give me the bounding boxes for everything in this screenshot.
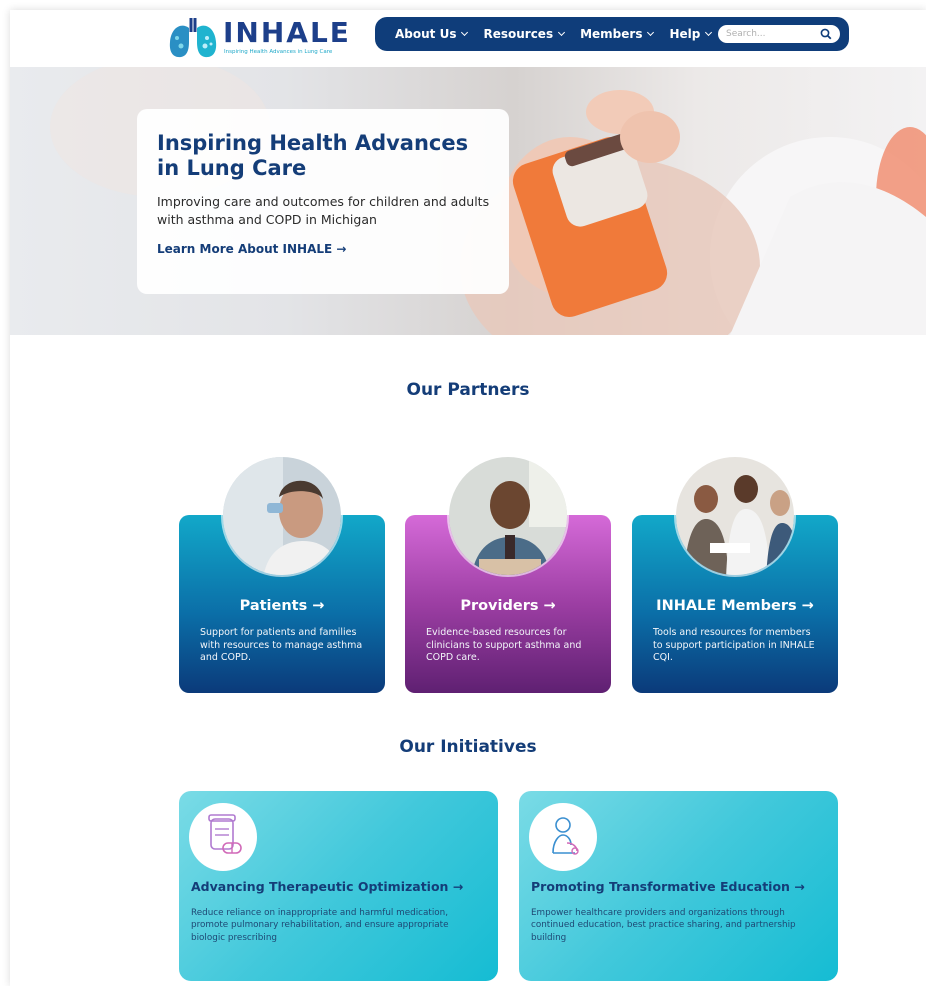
search-icon[interactable] bbox=[820, 28, 832, 40]
members-card-desc: Tools and resources for members to suppo… bbox=[653, 627, 815, 664]
education-icon-circle bbox=[529, 803, 597, 871]
chevron-down-icon bbox=[705, 28, 713, 37]
hero-title: Inspiring Health Advances in Lung Care bbox=[157, 131, 469, 180]
providers-card-desc: Evidence-based resources for clinicians … bbox=[426, 627, 582, 664]
search-box bbox=[718, 25, 840, 43]
provider-photo bbox=[449, 457, 567, 575]
nav-members[interactable]: Members bbox=[580, 27, 655, 41]
patients-card-title: Patients → bbox=[239, 598, 325, 614]
hero-banner: Inspiring Health Advances in Lung Care I… bbox=[10, 67, 926, 335]
logo-wordmark: INHALE bbox=[223, 16, 351, 49]
members-photo bbox=[676, 457, 794, 575]
page: INHALE Inspiring Health Advances in Lung… bbox=[10, 10, 926, 986]
learn-more-link[interactable]: Learn More About INHALE → bbox=[157, 242, 346, 256]
therapeutic-optimization-desc: Reduce reliance on inappropriate and har… bbox=[191, 908, 449, 943]
initiatives-heading: Our Initiatives bbox=[399, 737, 537, 757]
transformative-education-card[interactable]: Promoting Transformative Education → Emp… bbox=[519, 791, 838, 981]
search-input[interactable] bbox=[726, 29, 812, 39]
nav-resources-label: Resources bbox=[483, 27, 554, 41]
transformative-education-desc: Empower healthcare providers and organiz… bbox=[531, 908, 796, 943]
members-avatar bbox=[674, 455, 796, 577]
chevron-down-icon bbox=[647, 28, 655, 37]
medication-icon-circle bbox=[189, 803, 257, 871]
members-card-title: INHALE Members → bbox=[656, 598, 814, 614]
logo-tagline: Inspiring Health Advances in Lung Care bbox=[224, 49, 333, 55]
lungs-icon bbox=[169, 18, 217, 58]
providers-card-title: Providers → bbox=[460, 598, 556, 614]
therapeutic-optimization-title: Advancing Therapeutic Optimization → bbox=[191, 879, 464, 894]
chevron-down-icon bbox=[461, 28, 469, 37]
nav-help[interactable]: Help bbox=[669, 27, 713, 41]
inhale-logo[interactable]: INHALE Inspiring Health Advances in Lung… bbox=[167, 12, 349, 60]
hero-card: Inspiring Health Advances in Lung Care I… bbox=[137, 109, 509, 294]
transformative-education-title: Promoting Transformative Education → bbox=[531, 879, 805, 894]
medication-icon bbox=[208, 814, 242, 854]
nav-members-label: Members bbox=[580, 27, 643, 41]
main-nav: About Us Resources Members Help bbox=[375, 17, 849, 51]
patients-card-desc: Support for patients and families with r… bbox=[200, 627, 363, 664]
chevron-down-icon bbox=[558, 28, 566, 37]
patient-photo bbox=[223, 457, 341, 575]
nav-about-us-label: About Us bbox=[395, 27, 457, 41]
nav-resources[interactable]: Resources bbox=[483, 27, 566, 41]
partners-heading: Our Partners bbox=[406, 380, 530, 400]
hero-subtitle: Improving care and outcomes for children… bbox=[157, 193, 490, 228]
providers-avatar bbox=[447, 455, 569, 577]
therapeutic-optimization-card[interactable]: Advancing Therapeutic Optimization → Red… bbox=[179, 791, 498, 981]
site-header: INHALE Inspiring Health Advances in Lung… bbox=[10, 10, 926, 67]
nav-help-label: Help bbox=[669, 27, 701, 41]
nav-about-us[interactable]: About Us bbox=[395, 27, 469, 41]
patients-avatar bbox=[221, 455, 343, 577]
education-icon bbox=[552, 817, 579, 855]
